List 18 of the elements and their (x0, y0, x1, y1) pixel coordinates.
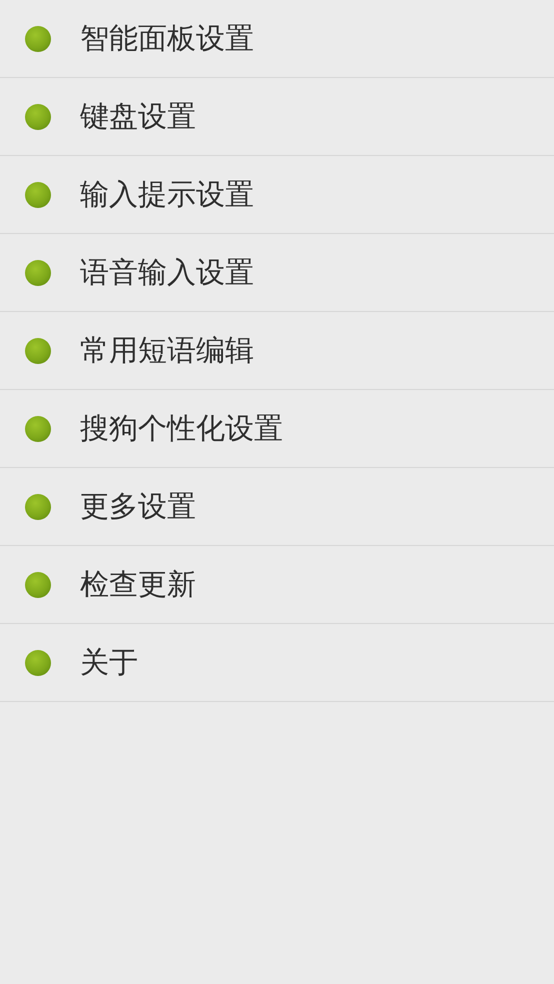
bullet-icon (25, 572, 51, 598)
bullet-icon (25, 650, 51, 676)
bullet-icon (25, 182, 51, 208)
menu-item[interactable]: 搜狗个性化设置 (0, 390, 554, 468)
bullet-icon (25, 494, 51, 520)
menu-item[interactable]: 检查更新 (0, 546, 554, 624)
menu-item[interactable]: 智能面板设置 (0, 0, 554, 78)
menu-item[interactable]: 键盘设置 (0, 78, 554, 156)
bullet-icon (25, 26, 51, 52)
bullet-icon (25, 416, 51, 442)
bullet-icon (25, 104, 51, 130)
menu-item[interactable]: 输入提示设置 (0, 156, 554, 234)
menu-item[interactable]: 常用短语编辑 (0, 312, 554, 390)
bullet-icon (25, 338, 51, 364)
menu-item[interactable]: 更多设置 (0, 468, 554, 546)
bullet-icon (25, 260, 51, 286)
menu-item[interactable]: 语音输入设置 (0, 234, 554, 312)
menu-item[interactable]: 关于 (0, 624, 554, 702)
